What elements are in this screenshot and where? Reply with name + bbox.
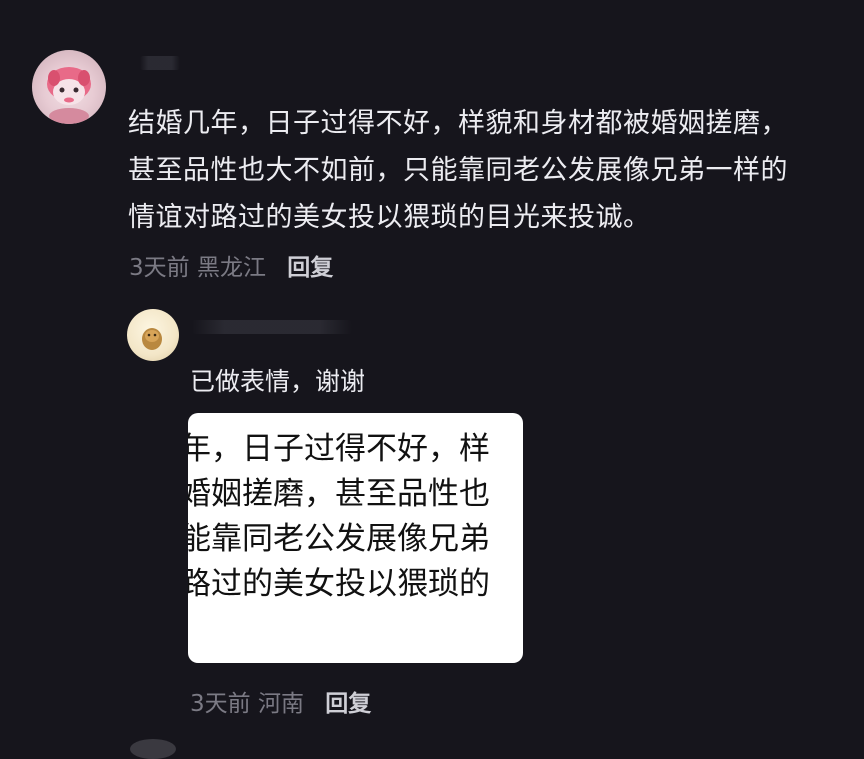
comment-meta: 3天前 黑龙江 回复 — [129, 248, 333, 282]
reply-button[interactable]: 回复 — [325, 691, 371, 717]
commenter-avatar[interactable] — [32, 50, 106, 124]
comment-line: 情谊对路过的美女投以猥琐的目光来投诚。 — [128, 202, 651, 233]
commenter-username[interactable] — [140, 56, 180, 70]
next-comment-avatar[interactable] — [130, 739, 176, 759]
reply-time-location: 3天前 河南 — [190, 691, 304, 717]
sticker-text: 年，日子过得不好，样 婚姻搓磨，甚至品性也 能靠同老公发展像兄弟 路过的美女投以… — [188, 427, 490, 607]
replier-avatar[interactable] — [127, 309, 179, 361]
comment-line: 甚至品性也大不如前，只能靠同老公发展像兄弟一样的 — [128, 155, 788, 186]
cartoon-avatar-icon — [47, 67, 91, 124]
comment-body: 结婚几年，日子过得不好，样貌和身材都被婚姻搓磨， 甚至品性也大不如前，只能靠同老… — [128, 100, 848, 241]
sticker-line: 婚姻搓磨，甚至品性也 — [188, 476, 490, 512]
sticker-line: 能靠同老公发展像兄弟 — [188, 521, 490, 557]
sticker-line: 路过的美女投以猥琐的 — [188, 566, 490, 602]
sticker-image[interactable]: 年，日子过得不好，样 婚姻搓磨，甚至品性也 能靠同老公发展像兄弟 路过的美女投以… — [188, 413, 523, 663]
comment-time-location: 3天前 黑龙江 — [129, 255, 266, 281]
replier-username[interactable] — [192, 320, 352, 334]
reply-meta: 3天前 河南 回复 — [190, 684, 371, 718]
comment-line: 结婚几年，日子过得不好，样貌和身材都被婚姻搓磨， — [128, 108, 788, 139]
reply-button[interactable]: 回复 — [287, 255, 333, 281]
reply-body: 已做表情，谢谢 — [190, 367, 366, 396]
cat-avatar-icon — [142, 328, 162, 350]
sticker-line: 年，日子过得不好，样 — [188, 431, 490, 467]
